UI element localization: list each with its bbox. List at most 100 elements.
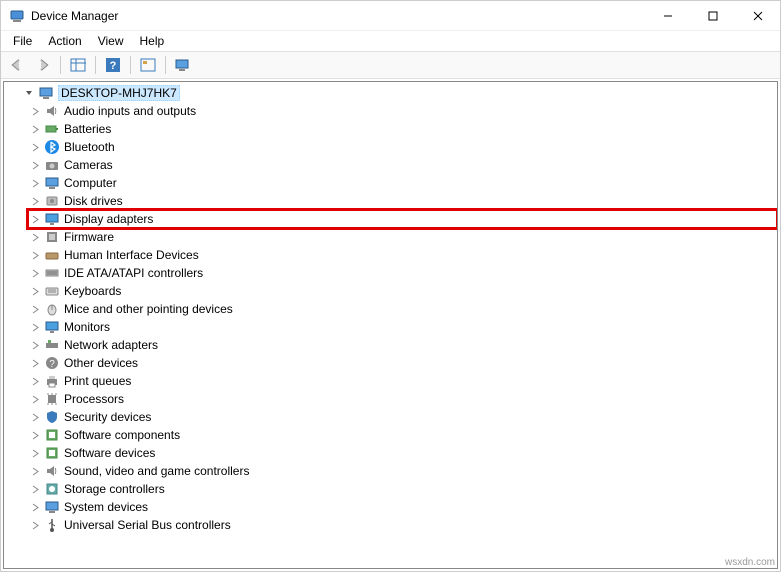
cpu-icon [44, 391, 60, 407]
tree-item[interactable]: Mice and other pointing devices [28, 300, 777, 318]
close-button[interactable] [735, 1, 780, 30]
tree-item-label: Firmware [64, 230, 114, 244]
tree-item-label: Other devices [64, 356, 138, 370]
sound-icon [44, 463, 60, 479]
chevron-right-icon[interactable] [28, 518, 42, 532]
forward-button[interactable] [31, 54, 55, 76]
tree-item-label: System devices [64, 500, 148, 514]
ide-icon [44, 265, 60, 281]
tree-item[interactable]: Disk drives [28, 192, 777, 210]
chevron-right-icon[interactable] [28, 158, 42, 172]
chevron-right-icon[interactable] [28, 500, 42, 514]
chevron-right-icon[interactable] [28, 320, 42, 334]
chevron-right-icon[interactable] [28, 482, 42, 496]
computer-icon [38, 85, 54, 101]
tree-item[interactable]: Bluetooth [28, 138, 777, 156]
chevron-right-icon[interactable] [28, 410, 42, 424]
chevron-right-icon[interactable] [28, 302, 42, 316]
minimize-button[interactable] [645, 1, 690, 30]
tree-item-label: Computer [64, 176, 117, 190]
battery-icon [44, 121, 60, 137]
chevron-right-icon[interactable] [28, 212, 42, 226]
tree-item[interactable]: Sound, video and game controllers [28, 462, 777, 480]
root-label: DESKTOP-MHJ7HK7 [58, 85, 180, 101]
tree-item[interactable]: Monitors [28, 318, 777, 336]
maximize-button[interactable] [690, 1, 735, 30]
chevron-right-icon[interactable] [28, 176, 42, 190]
display-icon [44, 211, 60, 227]
tree-item[interactable]: ? Other devices [28, 354, 777, 372]
tree-item[interactable]: Storage controllers [28, 480, 777, 498]
device-tree[interactable]: DESKTOP-MHJ7HK7 Audio inputs and outputs… [3, 81, 778, 569]
tree-item[interactable]: Software components [28, 426, 777, 444]
tree-item[interactable]: Human Interface Devices [28, 246, 777, 264]
tree-item[interactable]: Security devices [28, 408, 777, 426]
tree-item[interactable]: Software devices [28, 444, 777, 462]
chevron-right-icon[interactable] [28, 356, 42, 370]
firmware-icon [44, 229, 60, 245]
tree-item[interactable]: Firmware [28, 228, 777, 246]
tree-item-label: Processors [64, 392, 124, 406]
chevron-right-icon[interactable] [28, 230, 42, 244]
chevron-right-icon[interactable] [28, 392, 42, 406]
devices-button[interactable] [171, 54, 195, 76]
tree-item-label: Mice and other pointing devices [64, 302, 233, 316]
tree-item-label: Keyboards [64, 284, 121, 298]
tree-item[interactable]: Cameras [28, 156, 777, 174]
tree-item-label: Human Interface Devices [64, 248, 199, 262]
help-button[interactable]: ? [101, 54, 125, 76]
storage-icon [44, 481, 60, 497]
menu-help[interactable]: Help [132, 32, 173, 50]
tree-item-label: Audio inputs and outputs [64, 104, 196, 118]
toolbar-separator [60, 56, 61, 74]
usb-icon [44, 517, 60, 533]
tree-item[interactable]: Keyboards [28, 282, 777, 300]
chevron-right-icon[interactable] [28, 266, 42, 280]
tree-item[interactable]: IDE ATA/ATAPI controllers [28, 264, 777, 282]
chevron-right-icon[interactable] [28, 248, 42, 262]
menu-file[interactable]: File [5, 32, 40, 50]
menu-view[interactable]: View [90, 32, 132, 50]
chevron-down-icon[interactable] [22, 86, 36, 100]
tree-root-node[interactable]: DESKTOP-MHJ7HK7 [8, 84, 777, 102]
chevron-right-icon[interactable] [28, 104, 42, 118]
back-button[interactable] [5, 54, 29, 76]
chevron-right-icon[interactable] [28, 140, 42, 154]
chevron-right-icon[interactable] [28, 284, 42, 298]
tree-item-label: Batteries [64, 122, 111, 136]
bluetooth-icon [44, 139, 60, 155]
chevron-right-icon[interactable] [28, 428, 42, 442]
menu-action[interactable]: Action [40, 32, 89, 50]
toolbar-separator [165, 56, 166, 74]
tree-item[interactable]: Processors [28, 390, 777, 408]
chevron-right-icon[interactable] [28, 338, 42, 352]
menubar: File Action View Help [1, 31, 780, 51]
chevron-right-icon[interactable] [28, 194, 42, 208]
tree-item[interactable]: Audio inputs and outputs [28, 102, 777, 120]
tree-item-label: Monitors [64, 320, 110, 334]
show-hide-tree-button[interactable] [66, 54, 90, 76]
printer-icon [44, 373, 60, 389]
tree-item-label: Software components [64, 428, 180, 442]
chevron-right-icon[interactable] [28, 464, 42, 478]
chevron-right-icon[interactable] [28, 374, 42, 388]
tree-item[interactable]: System devices [28, 498, 777, 516]
tree-item[interactable]: Universal Serial Bus controllers [28, 516, 777, 534]
tree-item-label: Storage controllers [64, 482, 165, 496]
tree-item[interactable]: Display adapters [28, 210, 777, 228]
tree-item-label: Network adapters [64, 338, 158, 352]
app-icon [9, 8, 25, 24]
tree-item-label: Security devices [64, 410, 151, 424]
camera-icon [44, 157, 60, 173]
tree-item-label: Universal Serial Bus controllers [64, 518, 231, 532]
tree-item[interactable]: Print queues [28, 372, 777, 390]
tree-item[interactable]: Network adapters [28, 336, 777, 354]
chevron-right-icon[interactable] [28, 122, 42, 136]
tree-item[interactable]: Batteries [28, 120, 777, 138]
chevron-right-icon[interactable] [28, 446, 42, 460]
titlebar: Device Manager [1, 1, 780, 31]
software-icon [44, 427, 60, 443]
tree-item[interactable]: Computer [28, 174, 777, 192]
scan-hardware-button[interactable] [136, 54, 160, 76]
svg-text:?: ? [49, 359, 55, 370]
